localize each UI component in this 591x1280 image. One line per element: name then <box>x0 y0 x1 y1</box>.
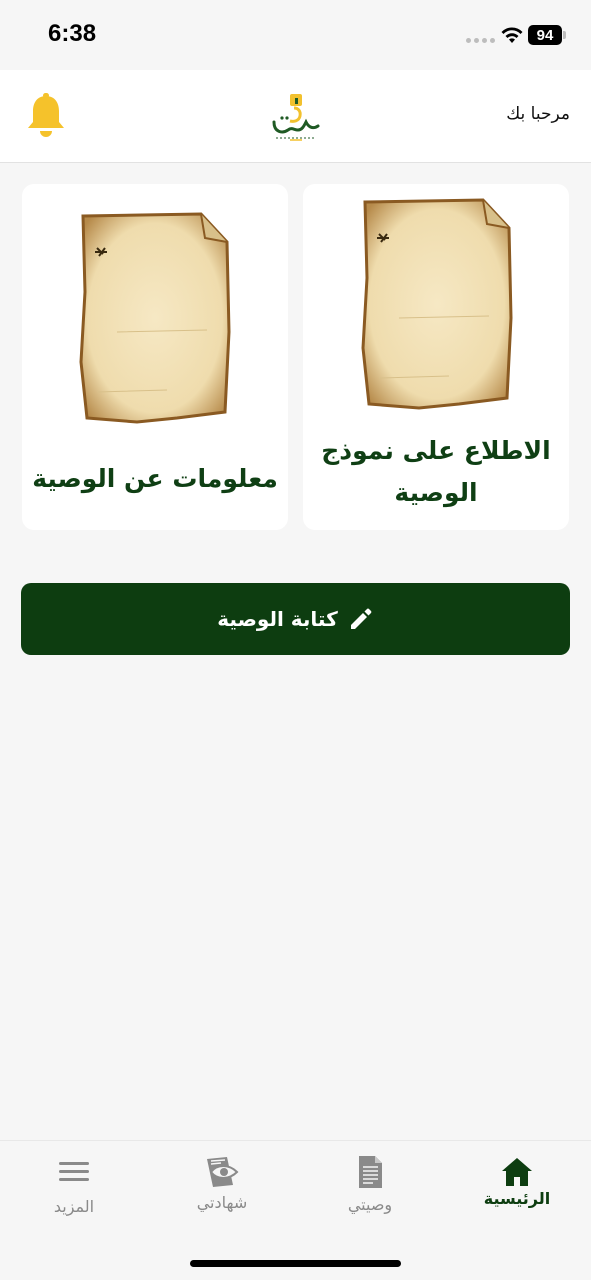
home-indicator <box>190 1260 401 1267</box>
tab-my-certificate-label: شهادتي <box>196 1193 248 1212</box>
menu-icon <box>59 1162 89 1181</box>
pencil-icon <box>350 608 372 629</box>
tab-my-will-label: وصيتي <box>347 1195 393 1214</box>
tab-my-certificate[interactable]: شهادتي <box>148 1141 296 1241</box>
status-bar: 6:38 94 <box>0 0 591 70</box>
battery-tip <box>563 31 566 39</box>
tab-more[interactable]: المزيد <box>0 1141 148 1241</box>
app-logo-icon <box>272 94 320 141</box>
bell-icon[interactable] <box>24 92 68 140</box>
parchment-scroll-image <box>361 198 513 410</box>
write-will-button[interactable]: كتابة الوصية <box>21 583 570 655</box>
card-title: معلومات عن الوصية <box>32 464 278 493</box>
cellular-signal-icon <box>466 38 495 43</box>
tab-more-label: المزيد <box>53 1197 95 1216</box>
status-time: 6:38 <box>48 20 97 47</box>
write-will-label: كتابة الوصية <box>217 607 338 631</box>
card-title: الاطلاع على نموذج الوصية <box>321 436 551 507</box>
battery-indicator: 94 <box>528 25 562 45</box>
tab-home[interactable]: الرئيسية <box>443 1141 591 1241</box>
tab-home-label: الرئيسية <box>483 1189 551 1208</box>
home-icon <box>502 1158 532 1186</box>
view-will-template-card[interactable]: الاطلاع على نموذج الوصية <box>303 184 569 530</box>
document-icon <box>359 1156 382 1188</box>
welcome-text: مرحبا بك <box>506 104 570 124</box>
app-header: مرحبا بك <box>0 70 591 163</box>
wifi-icon <box>501 27 523 43</box>
tab-my-will[interactable]: وصيتي <box>296 1141 444 1241</box>
eye-certificate-icon <box>207 1157 239 1187</box>
bottom-tab-bar: الرئيسية وصيتي شهادتي المزيد <box>0 1140 591 1280</box>
parchment-scroll-image <box>79 212 231 424</box>
will-information-card[interactable]: معلومات عن الوصية <box>22 184 288 530</box>
